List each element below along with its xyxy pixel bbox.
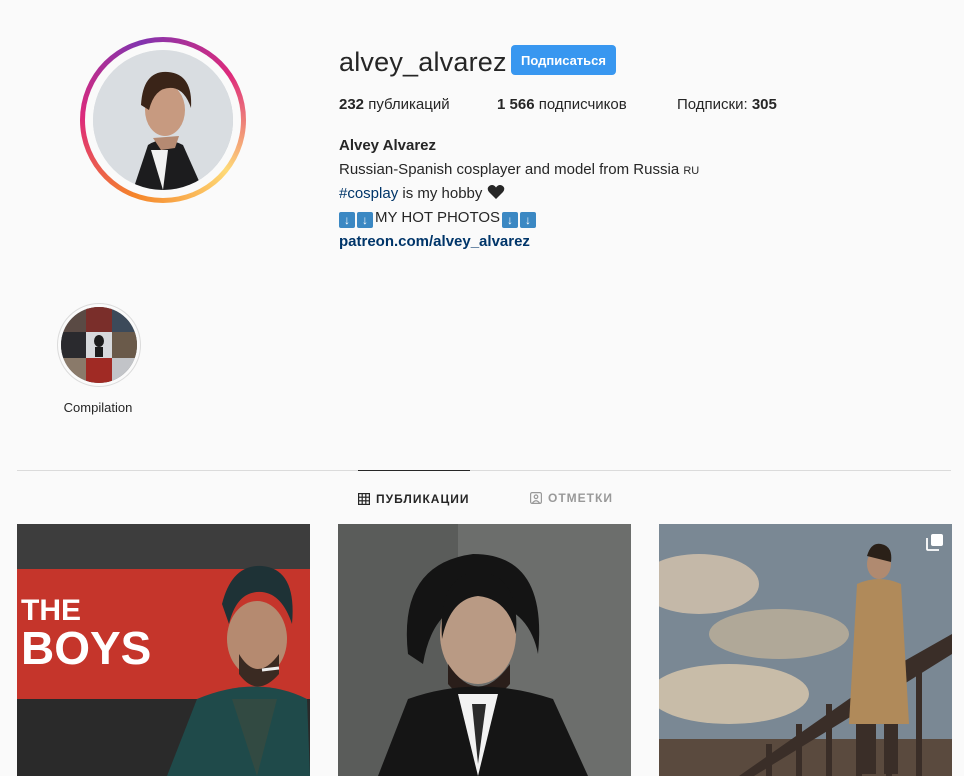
down-arrow-icon: ↓: [502, 212, 519, 228]
following-count-stat[interactable]: Подписки: 305: [677, 95, 777, 115]
tagged-icon: [530, 492, 542, 504]
post-thumbnail[interactable]: [659, 524, 952, 776]
profile-username: alvey_alvarez: [339, 47, 507, 77]
followers-label: подписчиков: [538, 96, 627, 113]
post-image-balcony: [659, 524, 952, 776]
bio-line-1: Russian-Spanish cosplayer and model from…: [339, 160, 699, 181]
down-arrow-icon: ↓: [520, 212, 537, 228]
posts-count: 232: [339, 96, 365, 113]
follow-button[interactable]: Подписаться: [511, 45, 616, 75]
profile-avatar-ring[interactable]: [80, 37, 246, 203]
posts-label: публикаций: [368, 96, 450, 113]
tabs-divider: [17, 470, 951, 471]
tab-tagged[interactable]: ОТМЕТКИ: [530, 470, 620, 526]
tab-posts-label: ПУБЛИКАЦИИ: [376, 492, 470, 506]
post-thumbnail[interactable]: [338, 524, 631, 776]
bio-hobby-text: is my hobby: [398, 185, 483, 202]
post-thumbnail[interactable]: THE BOYS: [17, 524, 310, 776]
post-image-suit: [338, 524, 631, 776]
posts-count-stat: 232 публикаций: [339, 95, 450, 115]
profile-external-link[interactable]: patreon.com/alvey_alvarez: [339, 232, 530, 252]
post-overlay-text-2: BOYS: [21, 622, 151, 674]
highlight-label: Compilation: [63, 400, 133, 415]
avatar-frame: [85, 42, 241, 198]
down-arrow-icon: ↓: [357, 212, 373, 228]
avatar-portrait-image: [93, 50, 233, 190]
tab-posts[interactable]: ПУБЛИКАЦИИ: [358, 470, 470, 527]
bio-line-3: ↓ ↓ MY HOT PHOTOS ↓ ↓: [339, 208, 538, 228]
highlight-cover-image: [61, 307, 137, 383]
tab-tagged-label: ОТМЕТКИ: [548, 491, 613, 505]
bio-description: Russian-Spanish cosplayer and model from…: [339, 161, 680, 178]
post-image-the-boys: THE BOYS: [17, 524, 310, 776]
down-arrow-icon: ↓: [339, 212, 355, 228]
hashtag-link[interactable]: #cosplay: [339, 185, 398, 202]
grid-icon: [358, 493, 370, 505]
highlight-compilation[interactable]: [57, 303, 141, 387]
bio-hot-photos-text: MY HOT PHOTOS: [375, 209, 501, 226]
followers-count-stat[interactable]: 1 566 подписчиков: [497, 95, 627, 115]
followers-count: 1 566: [497, 96, 535, 113]
profile-avatar[interactable]: [93, 50, 233, 190]
bio-line-2: #cosplay is my hobby: [339, 184, 505, 206]
profile-full-name: Alvey Alvarez: [339, 137, 437, 154]
following-count: 305: [751, 96, 777, 113]
black-heart-icon: [487, 184, 505, 206]
following-label: Подписки:: [677, 96, 748, 113]
ru-flag-text: RU: [683, 165, 700, 177]
